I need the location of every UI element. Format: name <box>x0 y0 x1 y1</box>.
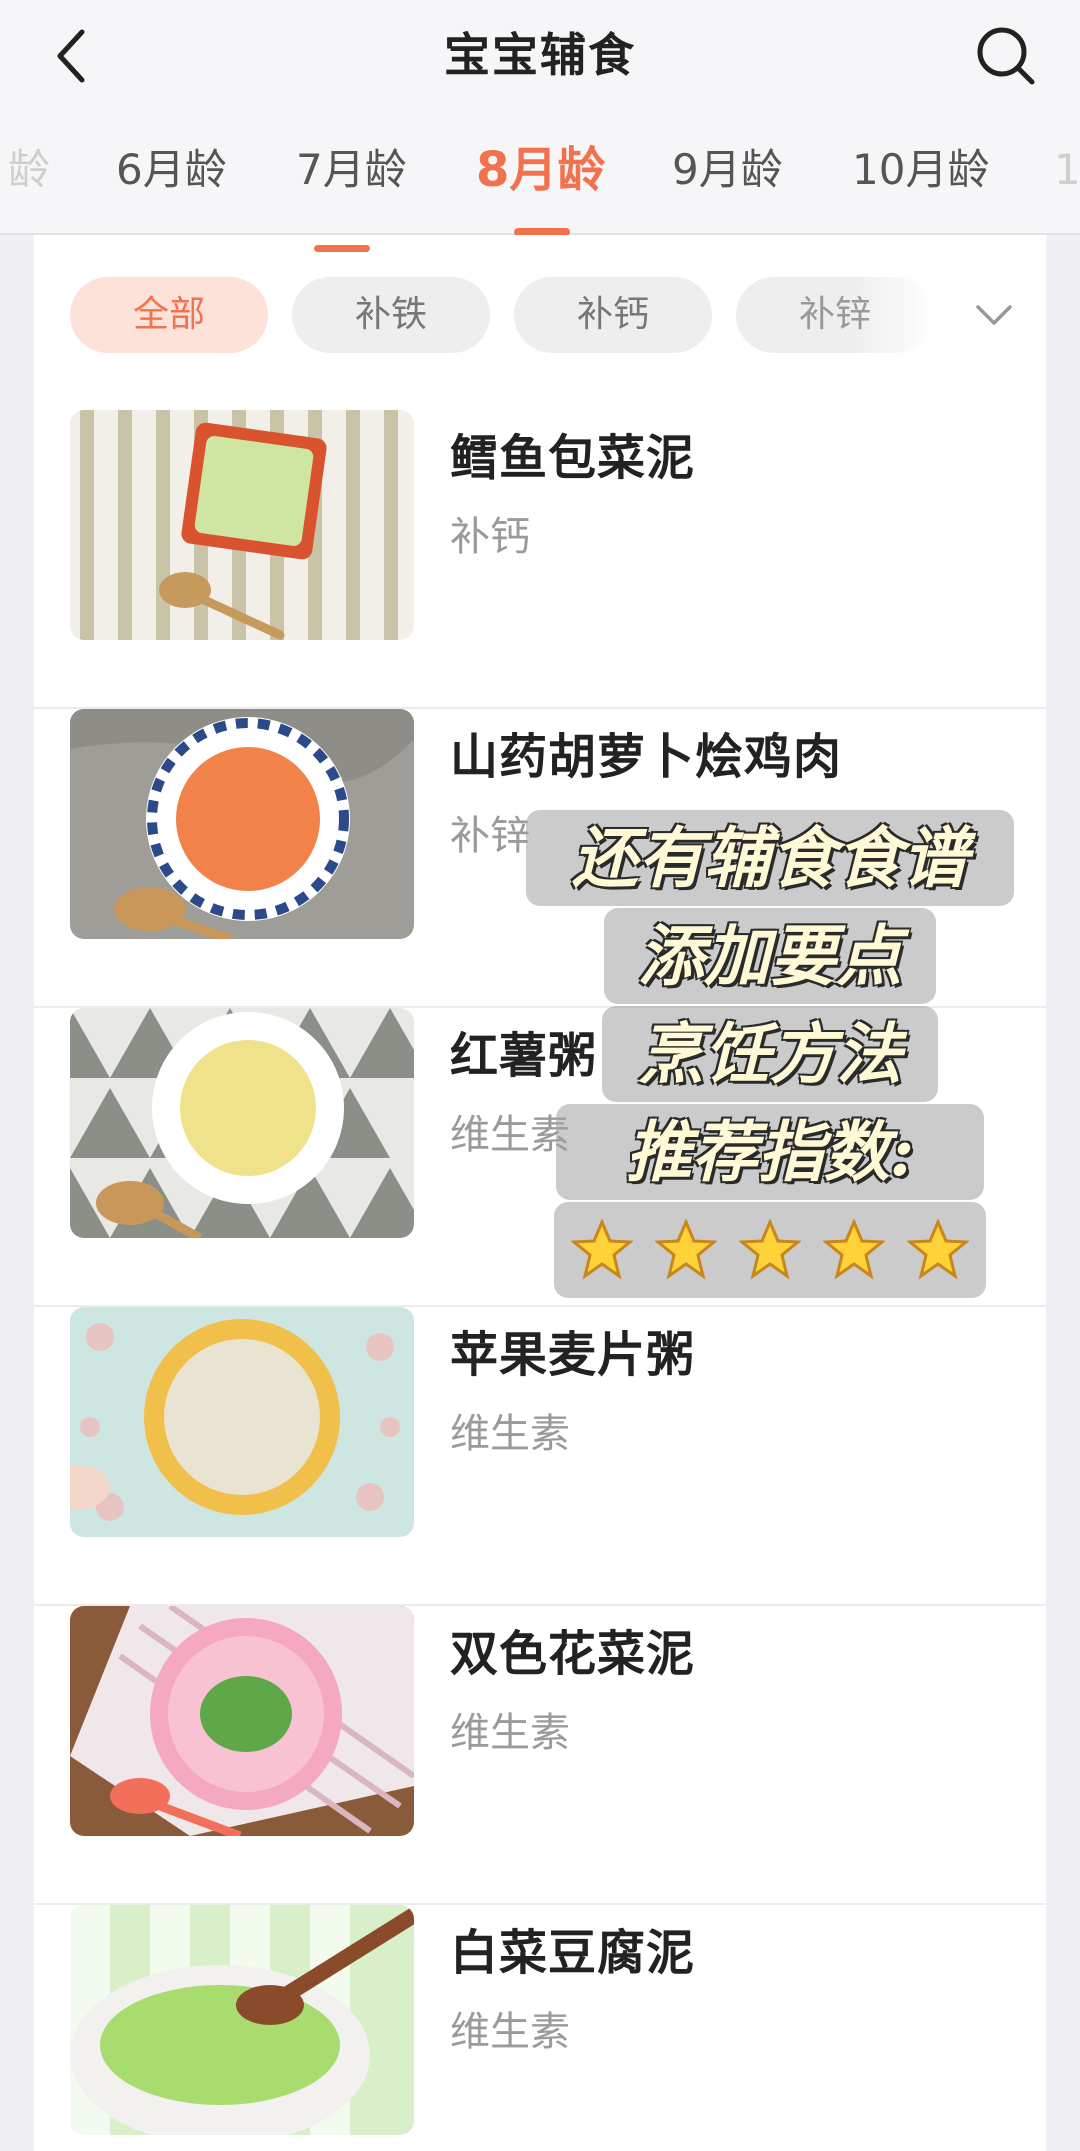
tab-age-8[interactable]: 8月龄 <box>476 135 605 205</box>
recipe-item[interactable]: 双色花菜泥 维生素 <box>34 1606 1046 1905</box>
recipe-name: 鳕鱼包菜泥 <box>450 430 696 486</box>
recipe-name: 苹果麦片粥 <box>450 1327 696 1383</box>
recipe-item[interactable]: 鳕鱼包菜泥 补钙 <box>34 410 1046 709</box>
page-title: 宝宝辅食 <box>444 28 636 82</box>
tab-age-partial-right[interactable]: 1 <box>1054 135 1080 205</box>
recipe-name: 白菜豆腐泥 <box>450 1925 696 1981</box>
recipe-card: 全部 补铁 补钙 补锌 鳕鱼包菜泥 补钙 山药胡萝卜烩鸡肉 补锌 红薯粥 维生素… <box>34 235 1046 2151</box>
recipe-thumbnail <box>70 410 414 640</box>
tab-age-partial-left[interactable]: 龄 <box>8 135 50 205</box>
top-bar: 宝宝辅食 龄 6月龄 7月龄 8月龄 9月龄 10月龄 1 <box>0 0 1080 236</box>
filter-chip-calcium[interactable]: 补钙 <box>514 277 712 353</box>
tab-age-6[interactable]: 6月龄 <box>116 135 227 205</box>
search-icon <box>977 27 1035 85</box>
recipe-name: 双色花菜泥 <box>450 1626 696 1682</box>
age-tab-bar: 龄 6月龄 7月龄 8月龄 9月龄 10月龄 1 <box>0 135 1080 205</box>
recipe-thumbnail <box>70 1008 414 1238</box>
search-button[interactable] <box>968 18 1044 94</box>
recipe-item[interactable]: 红薯粥 维生素 <box>34 1008 1046 1307</box>
section-indicator <box>314 245 370 252</box>
recipe-thumbnail <box>70 1905 414 2135</box>
expand-filters-button[interactable] <box>969 295 1019 335</box>
recipe-tag: 维生素 <box>450 1112 570 1158</box>
recipe-item[interactable]: 山药胡萝卜烩鸡肉 补锌 <box>34 709 1046 1008</box>
chevron-down-icon <box>976 305 1012 325</box>
filter-chip-iron[interactable]: 补铁 <box>292 277 490 353</box>
recipe-tag: 维生素 <box>450 2009 570 2055</box>
recipe-name: 山药胡萝卜烩鸡肉 <box>450 729 843 785</box>
tab-age-7[interactable]: 7月龄 <box>296 135 407 205</box>
recipe-thumbnail <box>70 1307 414 1537</box>
recipe-item[interactable]: 苹果麦片粥 维生素 <box>34 1307 1046 1606</box>
filter-chip-all[interactable]: 全部 <box>70 277 268 353</box>
filter-chip-zinc[interactable]: 补锌 <box>736 277 934 353</box>
recipe-tag: 补钙 <box>450 514 530 560</box>
recipe-item[interactable]: 白菜豆腐泥 维生素 <box>34 1905 1046 2151</box>
tab-age-10[interactable]: 10月龄 <box>852 135 989 205</box>
filter-chips: 全部 补铁 补钙 补锌 <box>70 277 1010 353</box>
recipe-thumbnail <box>70 709 414 939</box>
recipe-name: 红薯粥 <box>450 1028 598 1084</box>
recipe-tag: 维生素 <box>450 1710 570 1756</box>
recipe-thumbnail <box>70 1606 414 1836</box>
tab-age-9[interactable]: 9月龄 <box>672 135 783 205</box>
recipe-tag: 补锌 <box>450 813 530 859</box>
recipe-tag: 维生素 <box>450 1411 570 1457</box>
